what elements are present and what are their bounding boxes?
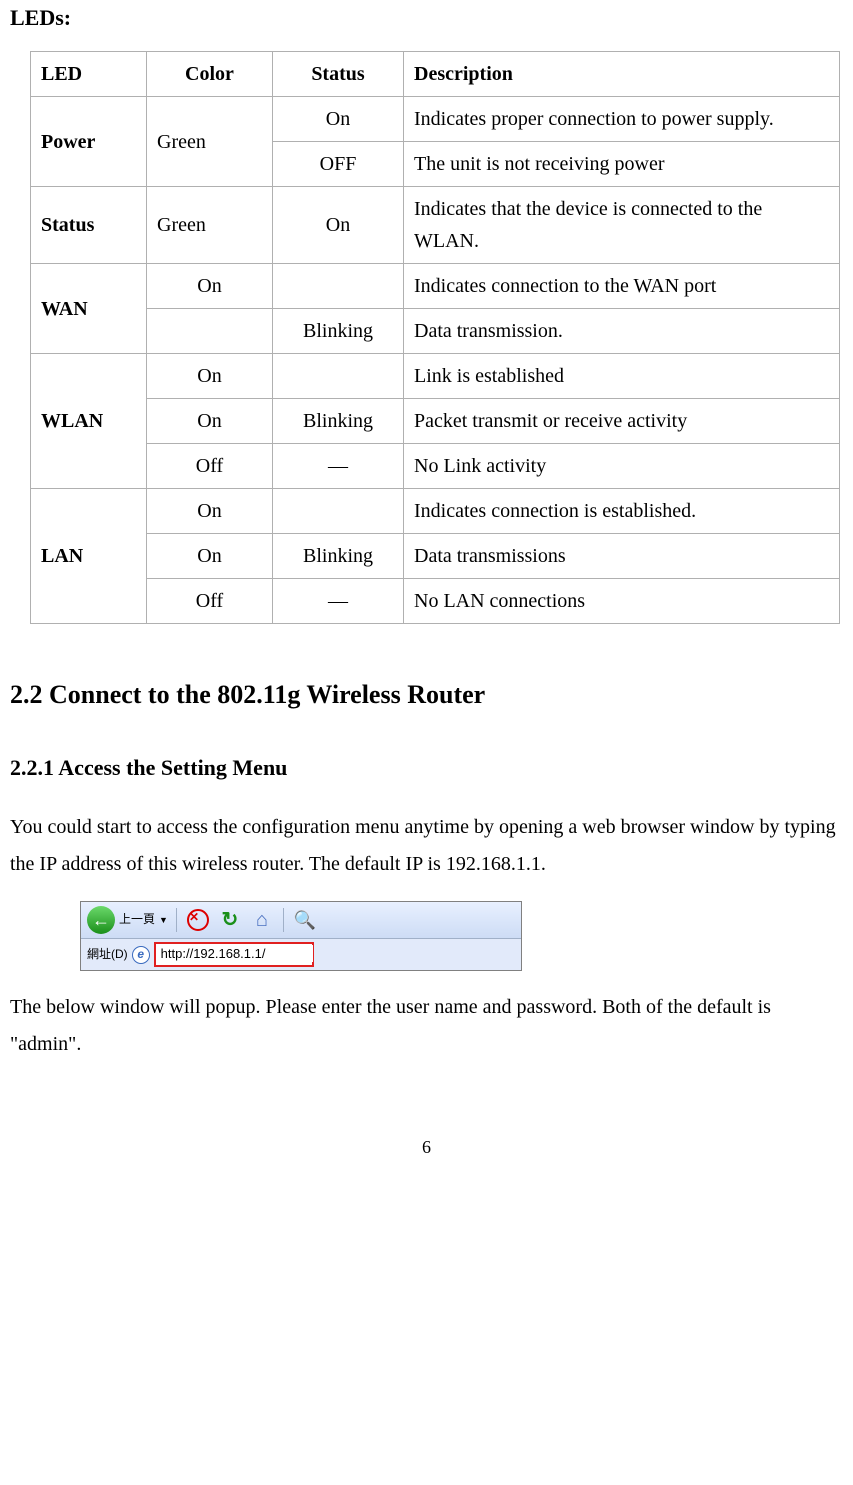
paragraph-intro: You could start to access the configurat… (10, 809, 843, 883)
home-icon: ⌂ (256, 904, 268, 936)
address-label: 網址(D) (87, 945, 128, 964)
table-row: Off — No Link activity (31, 444, 840, 489)
search-button[interactable]: 🔍 (292, 907, 318, 933)
table-row: Power Green On Indicates proper connecti… (31, 97, 840, 142)
table-row: WLAN On Link is established (31, 354, 840, 399)
cell-led-status: Status (31, 187, 147, 264)
back-button[interactable]: ← 上一頁 ▼ (87, 906, 168, 934)
chevron-down-icon: ▼ (159, 913, 168, 927)
stop-button[interactable]: ✕ (185, 907, 211, 933)
cell-desc: Link is established (404, 354, 840, 399)
cell-color: On (147, 489, 273, 534)
toolbar-separator (283, 908, 284, 932)
cell-desc: Indicates that the device is connected t… (404, 187, 840, 264)
cell-color-power: Green (147, 97, 273, 187)
cell-led-power: Power (31, 97, 147, 187)
cell-led-wlan: WLAN (31, 354, 147, 489)
table-row: WAN On Indicates connection to the WAN p… (31, 264, 840, 309)
cell-color (147, 309, 273, 354)
cell-desc: No LAN connections (404, 579, 840, 624)
cell-status: Blinking (273, 534, 404, 579)
ie-icon: e (132, 946, 150, 964)
cell-status (273, 354, 404, 399)
cell-desc: Indicates connection is established. (404, 489, 840, 534)
header-status: Status (273, 52, 404, 97)
cell-led-lan: LAN (31, 489, 147, 624)
cell-desc: Indicates connection to the WAN port (404, 264, 840, 309)
table-row: On Blinking Packet transmit or receive a… (31, 399, 840, 444)
search-icon: 🔍 (294, 906, 316, 935)
cell-desc: Indicates proper connection to power sup… (404, 97, 840, 142)
section-2-2-1-heading: 2.2.1 Access the Setting Menu (10, 750, 843, 785)
cell-status: — (273, 579, 404, 624)
home-button[interactable]: ⌂ (249, 907, 275, 933)
cell-desc: Data transmission. (404, 309, 840, 354)
cell-led-wan: WAN (31, 264, 147, 354)
cell-desc: Packet transmit or receive activity (404, 399, 840, 444)
browser-toolbar: ← 上一頁 ▼ ✕ ↻ ⌂ 🔍 (81, 902, 521, 939)
address-input[interactable] (159, 945, 313, 962)
leds-table: LED Color Status Description Power Green… (30, 51, 840, 624)
cell-status: On (273, 187, 404, 264)
refresh-button[interactable]: ↻ (217, 907, 243, 933)
browser-screenshot: ← 上一頁 ▼ ✕ ↻ ⌂ 🔍 網址(D) e (80, 901, 522, 971)
cell-status (273, 489, 404, 534)
leds-heading: LEDs: (10, 0, 843, 35)
stop-icon: ✕ (187, 909, 209, 931)
header-description: Description (404, 52, 840, 97)
cell-status: On (273, 97, 404, 142)
table-row: Off — No LAN connections (31, 579, 840, 624)
cell-color: Off (147, 579, 273, 624)
cell-desc: Data transmissions (404, 534, 840, 579)
cell-desc: The unit is not receiving power (404, 142, 840, 187)
cell-color: On (147, 354, 273, 399)
cell-color: On (147, 534, 273, 579)
cell-desc: No Link activity (404, 444, 840, 489)
table-row: Blinking Data transmission. (31, 309, 840, 354)
header-color: Color (147, 52, 273, 97)
section-2-2-heading: 2.2 Connect to the 802.11g Wireless Rout… (10, 674, 843, 716)
address-bar-row: 網址(D) e (81, 939, 521, 970)
cell-status: Blinking (273, 309, 404, 354)
cell-color: On (147, 399, 273, 444)
cell-color: On (147, 264, 273, 309)
cell-color: Green (147, 187, 273, 264)
cell-status: Blinking (273, 399, 404, 444)
back-button-label: 上一頁 (119, 910, 155, 929)
toolbar-separator (176, 908, 177, 932)
header-led: LED (31, 52, 147, 97)
table-header-row: LED Color Status Description (31, 52, 840, 97)
table-row: LAN On Indicates connection is establish… (31, 489, 840, 534)
url-highlight-box (154, 942, 314, 967)
table-row: Status Green On Indicates that the devic… (31, 187, 840, 264)
back-arrow-icon: ← (87, 906, 115, 934)
refresh-icon: ↻ (222, 904, 239, 936)
cell-status: OFF (273, 142, 404, 187)
cell-color: Off (147, 444, 273, 489)
table-row: On Blinking Data transmissions (31, 534, 840, 579)
cell-status (273, 264, 404, 309)
page-number: 6 (10, 1133, 843, 1162)
cell-status: — (273, 444, 404, 489)
paragraph-login: The below window will popup. Please ente… (10, 989, 843, 1063)
